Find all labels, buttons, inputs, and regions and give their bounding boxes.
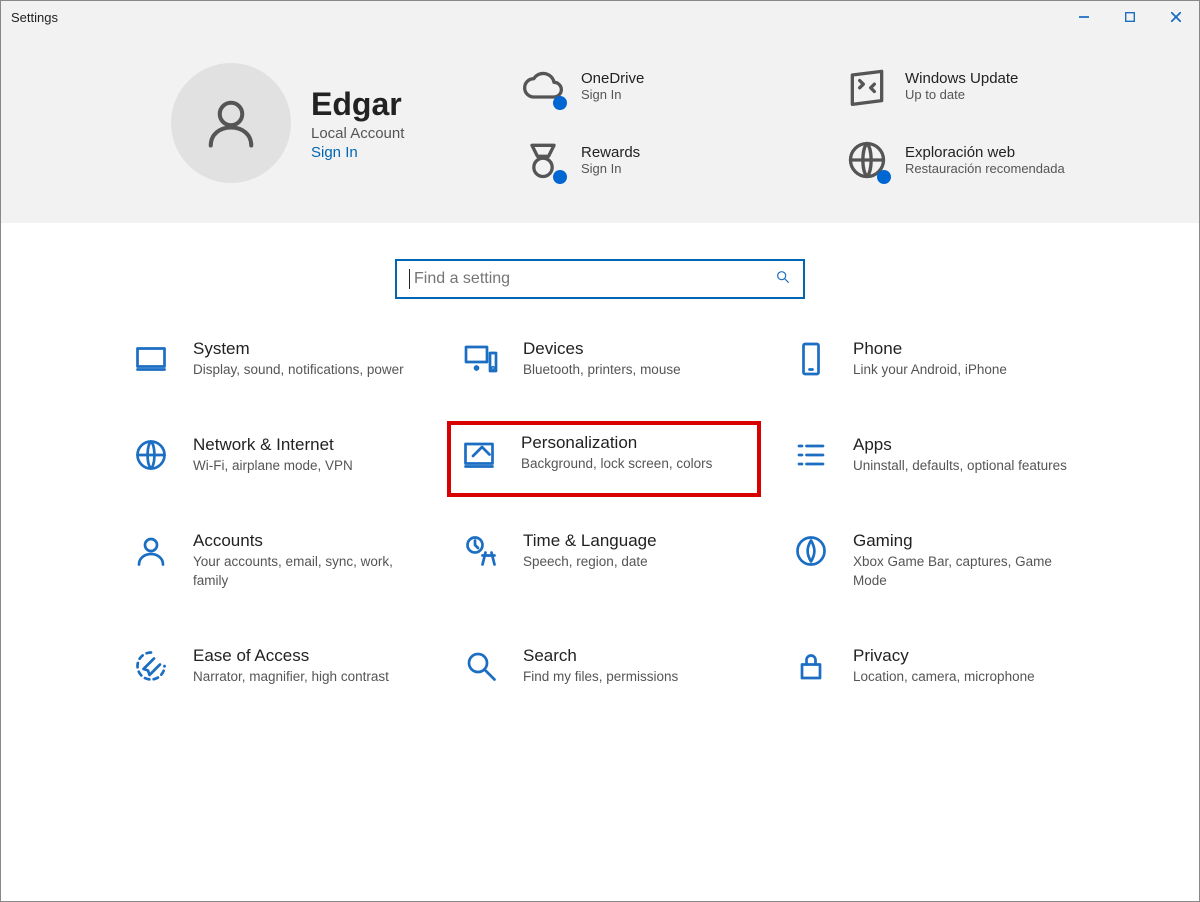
tile-title: Privacy: [853, 646, 1035, 666]
tile-title: Devices: [523, 339, 681, 359]
tile-sub: Uninstall, defaults, optional features: [853, 457, 1067, 475]
status-sub: Sign In: [581, 87, 644, 102]
tile-title: Gaming: [853, 531, 1073, 551]
maximize-button[interactable]: [1107, 1, 1153, 33]
tile-sub: Location, camera, microphone: [853, 668, 1035, 686]
tile-accounts[interactable]: Accounts Your accounts, email, sync, wor…: [131, 531, 441, 589]
cloud-icon: [521, 64, 565, 108]
status-title: Rewards: [581, 144, 640, 161]
tile-title: System: [193, 339, 404, 359]
account-name: Edgar: [311, 86, 404, 123]
status-title: OneDrive: [581, 70, 644, 87]
tile-title: Time & Language: [523, 531, 657, 551]
close-button[interactable]: [1153, 1, 1199, 33]
tile-title: Network & Internet: [193, 435, 353, 455]
time-language-icon: [461, 531, 501, 571]
search-input[interactable]: [412, 269, 775, 289]
tile-sub: Bluetooth, printers, mouse: [523, 361, 681, 379]
tile-time-language[interactable]: Time & Language Speech, region, date: [461, 531, 771, 589]
search-box[interactable]: [395, 259, 805, 299]
tile-sub: Find my files, permissions: [523, 668, 678, 686]
tile-personalization[interactable]: Personalization Background, lock screen,…: [449, 423, 759, 495]
tile-title: Ease of Access: [193, 646, 389, 666]
tile-title: Accounts: [193, 531, 413, 551]
tile-ease-of-access[interactable]: Ease of Access Narrator, magnifier, high…: [131, 646, 441, 686]
gaming-icon: [791, 531, 831, 571]
tile-sub: Your accounts, email, sync, work, family: [193, 553, 413, 589]
privacy-icon: [791, 646, 831, 686]
network-icon: [131, 435, 171, 475]
phone-icon: [791, 339, 831, 379]
tile-title: Phone: [853, 339, 1007, 359]
status-sub: Up to date: [905, 87, 1018, 102]
system-icon: [131, 339, 171, 379]
tile-sub: Speech, region, date: [523, 553, 657, 571]
account-type: Local Account: [311, 125, 404, 142]
tile-search[interactable]: Search Find my files, permissions: [461, 646, 771, 686]
tile-gaming[interactable]: Gaming Xbox Game Bar, captures, Game Mod…: [791, 531, 1101, 589]
status-onedrive[interactable]: OneDrive Sign In: [521, 64, 835, 108]
tile-sub: Wi-Fi, airplane mode, VPN: [193, 457, 353, 475]
status-windows-update[interactable]: Windows Update Up to date: [845, 64, 1159, 108]
tile-title: Apps: [853, 435, 1067, 455]
tile-network[interactable]: Network & Internet Wi-Fi, airplane mode,…: [131, 435, 441, 475]
status-title: Windows Update: [905, 70, 1018, 87]
tile-sub: Display, sound, notifications, power: [193, 361, 404, 379]
status-sub: Sign In: [581, 161, 640, 176]
account-signin-link[interactable]: Sign In: [311, 144, 404, 161]
settings-grid: System Display, sound, notifications, po…: [1, 339, 1199, 686]
tile-phone[interactable]: Phone Link your Android, iPhone: [791, 339, 1101, 379]
status-web-browsing[interactable]: Exploración web Restauración recomendada: [845, 138, 1159, 182]
tile-sub: Link your Android, iPhone: [853, 361, 1007, 379]
rewards-icon: [521, 138, 565, 182]
tile-sub: Background, lock screen, colors: [521, 455, 712, 473]
tile-devices[interactable]: Devices Bluetooth, printers, mouse: [461, 339, 771, 379]
status-title: Exploración web: [905, 144, 1065, 161]
globe-icon: [845, 138, 889, 182]
search-tile-icon: [461, 646, 501, 686]
account-header: Edgar Local Account Sign In OneDrive Sig…: [1, 33, 1199, 223]
avatar[interactable]: [171, 63, 291, 183]
personalization-icon: [459, 433, 499, 473]
tile-privacy[interactable]: Privacy Location, camera, microphone: [791, 646, 1101, 686]
tile-apps[interactable]: Apps Uninstall, defaults, optional featu…: [791, 435, 1101, 475]
window-title: Settings: [11, 10, 58, 25]
tile-title: Personalization: [521, 433, 712, 453]
ease-of-access-icon: [131, 646, 171, 686]
tile-sub: Narrator, magnifier, high contrast: [193, 668, 389, 686]
accounts-icon: [131, 531, 171, 571]
tile-system[interactable]: System Display, sound, notifications, po…: [131, 339, 441, 379]
tile-sub: Xbox Game Bar, captures, Game Mode: [853, 553, 1073, 589]
tile-title: Search: [523, 646, 678, 666]
apps-icon: [791, 435, 831, 475]
status-sub: Restauración recomendada: [905, 161, 1065, 176]
status-rewards[interactable]: Rewards Sign In: [521, 138, 835, 182]
minimize-button[interactable]: [1061, 1, 1107, 33]
sync-icon: [845, 64, 889, 108]
devices-icon: [461, 339, 501, 379]
search-icon: [775, 269, 791, 290]
titlebar: Settings: [1, 1, 1199, 33]
